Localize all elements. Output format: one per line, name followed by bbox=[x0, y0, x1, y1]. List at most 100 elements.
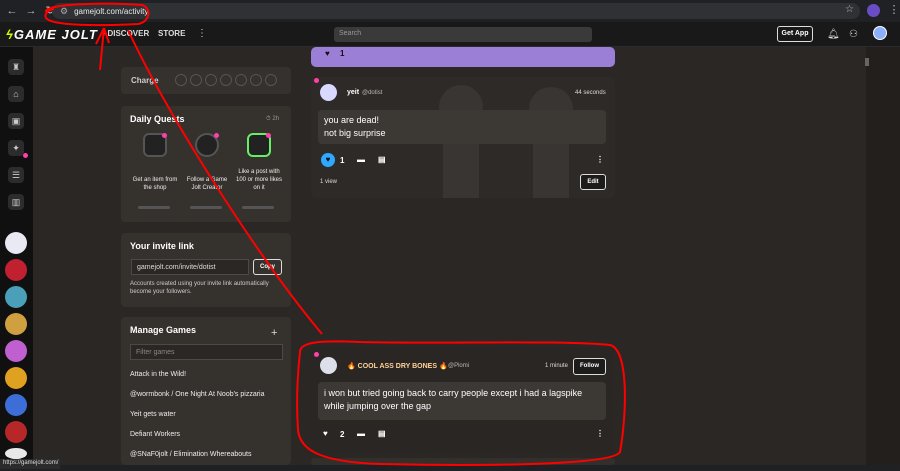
game-item[interactable]: Attack in the Wild! bbox=[130, 371, 186, 378]
address-bar[interactable]: ⚙ gamejolt.com/activity ☆ bbox=[52, 3, 860, 19]
browser-menu-icon[interactable]: ⋮ bbox=[887, 3, 900, 17]
add-game-icon[interactable]: + bbox=[271, 327, 277, 339]
sticker-icon[interactable]: ▤ bbox=[378, 429, 386, 438]
game-item[interactable]: Yeit gets water bbox=[130, 411, 176, 418]
post-handle[interactable]: @Plomi bbox=[448, 363, 469, 369]
like-icon[interactable]: ♥ bbox=[323, 429, 328, 438]
like-count: 2 bbox=[340, 430, 345, 439]
author-avatar[interactable] bbox=[320, 357, 337, 374]
quest-new-dot bbox=[162, 133, 167, 138]
site-header: ϟGAME JOLT ϟ DISCOVER STORE ⋮ Search Get… bbox=[0, 22, 900, 47]
charge-orb bbox=[220, 74, 232, 86]
unread-dot bbox=[314, 78, 319, 83]
post-options-icon[interactable]: ⋮ bbox=[596, 429, 604, 438]
like-count: 1 bbox=[340, 156, 345, 165]
site-settings-icon[interactable]: ⚙ bbox=[60, 6, 68, 17]
search-input[interactable]: Search bbox=[334, 27, 592, 42]
like-icon[interactable]: ♥ bbox=[325, 49, 330, 58]
post-time[interactable]: 1 minute bbox=[545, 363, 568, 369]
charge-orb bbox=[175, 74, 187, 86]
invite-title: Your invite link bbox=[130, 241, 194, 251]
back-icon[interactable]: ← bbox=[5, 4, 19, 18]
quests-icon[interactable]: ♜ bbox=[8, 59, 24, 75]
comment-icon[interactable]: ▬ bbox=[357, 429, 365, 438]
post-author[interactable]: 🔥 COOL ASS DRY BONES 🔥 bbox=[347, 362, 448, 370]
post-options-icon[interactable]: ⋮ bbox=[596, 155, 604, 164]
quest-label: Like a post with 100 or more likes on it bbox=[235, 169, 283, 191]
sticker-icon[interactable]: ▤ bbox=[378, 155, 386, 164]
notifications-bell-icon[interactable]: 🔔︎ bbox=[827, 29, 840, 40]
quest-label: Follow a Game Jolt Creator bbox=[186, 177, 228, 191]
quest-progress bbox=[242, 206, 274, 209]
community-avatar[interactable] bbox=[5, 448, 27, 459]
quest-timer: ⏱ 2h bbox=[266, 116, 280, 122]
quest-new-dot bbox=[266, 133, 271, 138]
game-item[interactable]: @wormbonk / One Night At Noob's pizzaria bbox=[130, 391, 265, 398]
community-avatar[interactable] bbox=[5, 232, 27, 254]
backpack-icon[interactable]: ▣ bbox=[8, 113, 24, 129]
quest-progress bbox=[138, 206, 170, 209]
view-count: 1 view bbox=[320, 179, 338, 185]
follow-button[interactable]: Follow bbox=[573, 358, 606, 375]
bookmark-star-icon[interactable]: ☆ bbox=[845, 4, 854, 15]
like-count: 1 bbox=[340, 49, 345, 58]
quest-label: Get an item from the shop bbox=[132, 177, 178, 191]
game-item[interactable]: Defiant Workers bbox=[130, 431, 180, 438]
charge-orb bbox=[250, 74, 262, 86]
copy-button[interactable]: Copy bbox=[253, 259, 282, 275]
comment-icon[interactable]: ▬ bbox=[357, 155, 365, 164]
community-avatar[interactable] bbox=[5, 421, 27, 443]
quest-new-dot bbox=[214, 133, 219, 138]
previous-post bbox=[311, 47, 615, 67]
post-line: not big surprise bbox=[324, 128, 386, 138]
charge-orb bbox=[190, 74, 202, 86]
quest-progress bbox=[190, 206, 222, 209]
profile-extension-icon[interactable] bbox=[867, 4, 880, 17]
browser-toolbar: ← → ↻ ⚙ gamejolt.com/activity ☆ ⋮ bbox=[0, 0, 900, 22]
manage-games-title: Manage Games bbox=[130, 325, 197, 335]
community-avatar[interactable] bbox=[5, 340, 27, 362]
trophy-icon[interactable]: ✦ bbox=[8, 140, 24, 156]
get-app-button[interactable]: Get App bbox=[777, 26, 813, 42]
library-icon[interactable]: ▥ bbox=[8, 194, 24, 210]
community-avatar[interactable] bbox=[5, 286, 27, 308]
daily-quests-title: Daily Quests bbox=[130, 114, 185, 124]
community-avatar[interactable] bbox=[5, 313, 27, 335]
chat-icon[interactable]: ☰ bbox=[8, 167, 24, 183]
invite-link-field[interactable]: gamejolt.com/invite/dotist bbox=[131, 259, 249, 275]
url-text: gamejolt.com/activity bbox=[74, 6, 149, 16]
store-link[interactable]: STORE bbox=[158, 29, 185, 38]
charge-orb bbox=[265, 74, 277, 86]
post-line: you are dead! bbox=[324, 115, 380, 125]
shop-icon[interactable]: ⌂ bbox=[8, 86, 24, 102]
community-avatar[interactable] bbox=[5, 259, 27, 281]
charge-orb bbox=[235, 74, 247, 86]
author-avatar[interactable] bbox=[320, 84, 337, 101]
friends-icon[interactable]: ⚇ bbox=[849, 29, 858, 40]
charge-label: Charge bbox=[131, 76, 159, 85]
notification-dot bbox=[23, 153, 28, 158]
next-post bbox=[311, 458, 615, 465]
user-avatar[interactable] bbox=[873, 26, 887, 40]
post-content: i won but tried going back to carry peop… bbox=[318, 382, 606, 420]
more-menu-icon[interactable]: ⋮ bbox=[197, 28, 207, 39]
discover-link[interactable]: ϟ DISCOVER bbox=[101, 29, 149, 38]
post-time[interactable]: 44 seconds bbox=[575, 90, 606, 96]
edit-button[interactable]: Edit bbox=[580, 174, 606, 190]
game-item[interactable]: @SNaF0jolt / Elimination Whereabouts bbox=[130, 451, 252, 458]
status-bar-url: https://gamejolt.com/ bbox=[0, 459, 60, 469]
forward-icon[interactable]: → bbox=[24, 4, 38, 18]
community-avatar[interactable] bbox=[5, 367, 27, 389]
window-bottom-edge bbox=[0, 465, 900, 471]
scrollbar-thumb[interactable] bbox=[865, 58, 869, 66]
like-icon[interactable]: ♥ bbox=[321, 153, 335, 167]
filter-games-input[interactable]: Filter games bbox=[130, 344, 283, 360]
gamejolt-logo[interactable]: ϟGAME JOLT bbox=[6, 27, 98, 42]
page-scrollbar[interactable] bbox=[866, 47, 900, 465]
post-content: you are dead! not big surprise bbox=[318, 110, 606, 144]
community-avatar[interactable] bbox=[5, 394, 27, 416]
invite-description: Accounts created using your invite link … bbox=[130, 281, 269, 295]
post-author[interactable]: yeit bbox=[347, 89, 359, 96]
post-handle[interactable]: @dotist bbox=[362, 90, 382, 96]
charge-orb bbox=[205, 74, 217, 86]
